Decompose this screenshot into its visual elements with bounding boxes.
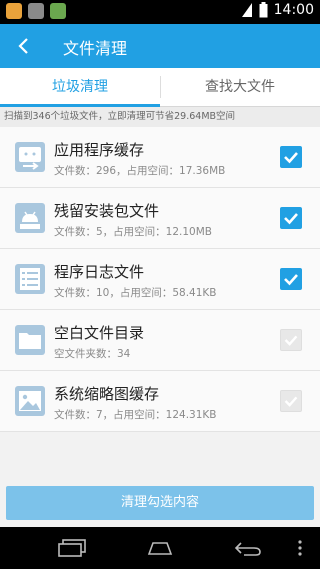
item-name: 系统缩略图缓存 [54,385,160,403]
status-time: 14:00 [273,2,314,18]
cleaner-notification-icon [50,3,66,19]
page-title: 文件清理 [63,39,128,58]
checkmark-icon [284,274,298,286]
back-nav-button[interactable] [228,535,268,561]
item-detail: 文件数：7，占用空间：124.31KB [54,409,217,421]
checkbox-checked[interactable] [280,268,302,290]
checkmark-icon [284,396,298,407]
tab-junk-clean[interactable]: 垃圾清理 [0,68,160,106]
recent-apps-icon [58,539,86,557]
junk-list: 应用程序缓存 文件数：296，占用空间：17.36MB 残留安装包文件 文件数：… [0,127,320,432]
checkmark-icon [284,335,298,346]
checkmark-icon [284,152,298,164]
thumbnail-image-icon [15,386,45,416]
checkbox-checked[interactable] [280,207,302,229]
recent-apps-button[interactable] [52,535,92,561]
back-button[interactable] [6,30,40,62]
log-file-icon [15,264,45,294]
item-name: 空白文件目录 [54,324,145,342]
list-item-log-files[interactable]: 程序日志文件 文件数：10，占用空间：58.41KB [0,249,320,310]
app-cache-icon [15,142,45,172]
list-item-empty-folders[interactable]: 空白文件目录 空文件夹数：34 [0,310,320,371]
back-nav-icon [234,542,261,556]
list-item-residual-apk[interactable]: 残留安装包文件 文件数：5，占用空间：12.10MB [0,188,320,249]
android-notification-icon [28,3,44,19]
checkbox-unchecked[interactable] [280,390,302,412]
list-item-app-cache[interactable]: 应用程序缓存 文件数：296，占用空间：17.36MB [0,127,320,188]
status-bar: 14:00 [0,0,320,24]
clean-selected-button[interactable]: 清理勾选内容 [6,486,314,520]
checkmark-icon [284,213,298,225]
app-notification-icon [6,3,22,19]
back-arrow-icon [18,38,28,54]
list-item-thumbnail-cache[interactable]: 系统缩略图缓存 文件数：7，占用空间：124.31KB [0,371,320,432]
signal-icon [241,3,252,17]
notification-icons [6,3,66,19]
item-name: 应用程序缓存 [54,141,145,159]
checkbox-checked[interactable] [280,146,302,168]
menu-button[interactable] [285,535,315,561]
item-detail: 文件数：10，占用空间：58.41KB [54,287,217,299]
checkbox-unchecked[interactable] [280,329,302,351]
home-button[interactable] [140,535,180,561]
scan-summary: 扫描到346个垃圾文件，立即清理可节省29.64MB空间 [0,107,320,127]
battery-icon [259,2,268,18]
item-name: 程序日志文件 [54,263,145,281]
system-nav-bar [0,527,320,569]
home-icon [147,542,173,555]
app-bar: 文件清理 [0,24,320,68]
empty-folder-icon [15,325,45,355]
tab-divider [160,76,161,98]
item-detail: 文件数：296，占用空间：17.36MB [54,165,226,177]
tab-find-large-files[interactable]: 查找大文件 [160,68,320,106]
overflow-menu-icon [298,540,302,556]
tab-bar: 垃圾清理 查找大文件 [0,68,320,107]
item-detail: 文件数：5，占用空间：12.10MB [54,226,213,238]
item-detail: 空文件夹数：34 [54,348,131,360]
item-name: 残留安装包文件 [54,202,160,220]
apk-package-icon [15,203,45,233]
